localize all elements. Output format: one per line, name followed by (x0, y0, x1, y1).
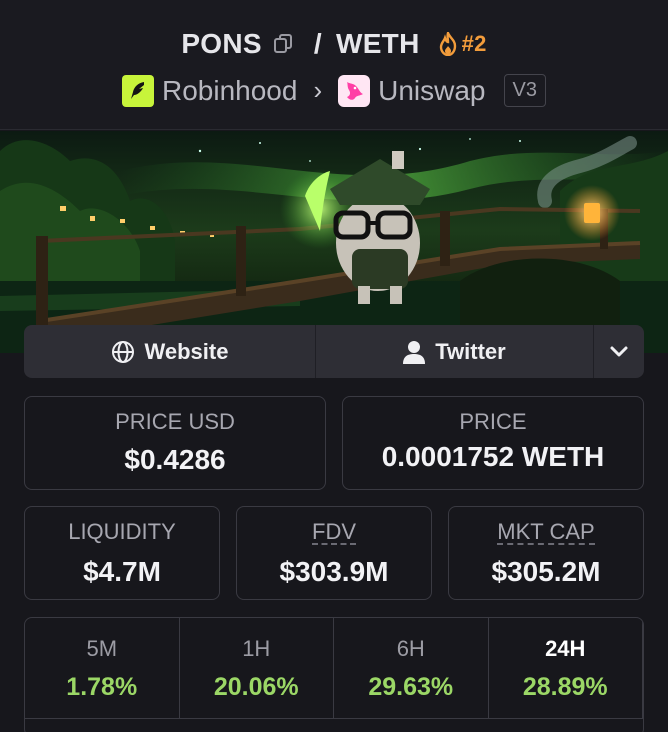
rank-text: #2 (461, 31, 487, 56)
fdv-card[interactable]: FDV $303.9M (236, 506, 432, 600)
price-native-value: 0.0001752 WETH (381, 441, 605, 472)
market-cap-value: $305.2M (491, 556, 601, 587)
price-native-card: PRICE 0.0001752 WETH (342, 396, 644, 490)
tab-label: 24H (545, 636, 586, 661)
dex-name[interactable]: Uniswap (378, 75, 485, 107)
social-links-bar: Website Twitter (24, 325, 644, 378)
quote-token-symbol: WETH (335, 28, 420, 59)
twitter-button[interactable]: Twitter (316, 325, 594, 378)
tab-1h[interactable]: 1H 20.06% (180, 618, 334, 718)
tab-5m[interactable]: 5M 1.78% (25, 618, 180, 718)
liquidity-card: LIQUIDITY $4.7M (24, 506, 220, 600)
tab-24h[interactable]: 24H 28.89% (489, 618, 643, 718)
pair-breadcrumb: Robinhood › Uniswap V3 (0, 74, 668, 107)
uniswap-logo-icon (338, 74, 371, 107)
price-native-label: PRICE (459, 409, 527, 434)
price-usd-value: $0.4286 (124, 444, 226, 475)
price-change-value: 29.63% (368, 673, 454, 701)
more-links-button[interactable] (594, 325, 644, 378)
tab-label: 5M (86, 636, 118, 661)
liquidity-value: $4.7M (83, 556, 161, 587)
dex-version-badge: V3 (503, 74, 546, 107)
liquidity-label: LIQUIDITY (68, 519, 176, 544)
base-token-symbol: PONS (181, 28, 262, 59)
price-change-value: 20.06% (213, 673, 299, 701)
website-label: Website (144, 338, 229, 364)
pair-title: PONS / WETH #2 (0, 28, 668, 60)
tab-6h[interactable]: 6H 29.63% (334, 618, 489, 718)
globe-icon (111, 340, 134, 363)
token-banner-image (0, 131, 668, 353)
user-icon (403, 340, 426, 364)
market-cap-card[interactable]: MKT CAP $305.2M (448, 506, 644, 600)
market-cap-label: MKT CAP (497, 519, 595, 546)
fdv-value: $303.9M (279, 556, 389, 587)
pair-header: PONS / WETH #2 Robinhood › Uniswap V3 (0, 0, 668, 130)
divider (25, 718, 643, 719)
twitter-label: Twitter (435, 338, 506, 364)
price-change-value: 28.89% (522, 673, 608, 701)
tab-label: 1H (242, 636, 271, 661)
flame-icon (439, 32, 456, 56)
price-usd-card: PRICE USD $0.4286 (24, 396, 326, 490)
chevron-right-icon: › (313, 75, 323, 105)
robinhood-logo-icon (122, 74, 154, 107)
copy-icon[interactable] (272, 33, 294, 55)
price-change-value: 1.78% (66, 673, 138, 701)
price-usd-label: PRICE USD (115, 409, 235, 434)
chain-name[interactable]: Robinhood (162, 75, 297, 107)
website-button[interactable]: Website (24, 325, 316, 378)
fdv-label: FDV (312, 519, 356, 546)
pair-separator: / (313, 28, 322, 59)
trending-rank-badge[interactable]: #2 (438, 31, 487, 57)
price-change-tabs: 5M 1.78% 1H 20.06% 6H 29.63% 24H 28.89% (24, 617, 644, 732)
tab-label: 6H (396, 636, 425, 661)
chevron-down-icon (610, 346, 628, 356)
token-pair-panel: PONS / WETH #2 Robinhood › Uniswap V3 We… (0, 0, 668, 732)
